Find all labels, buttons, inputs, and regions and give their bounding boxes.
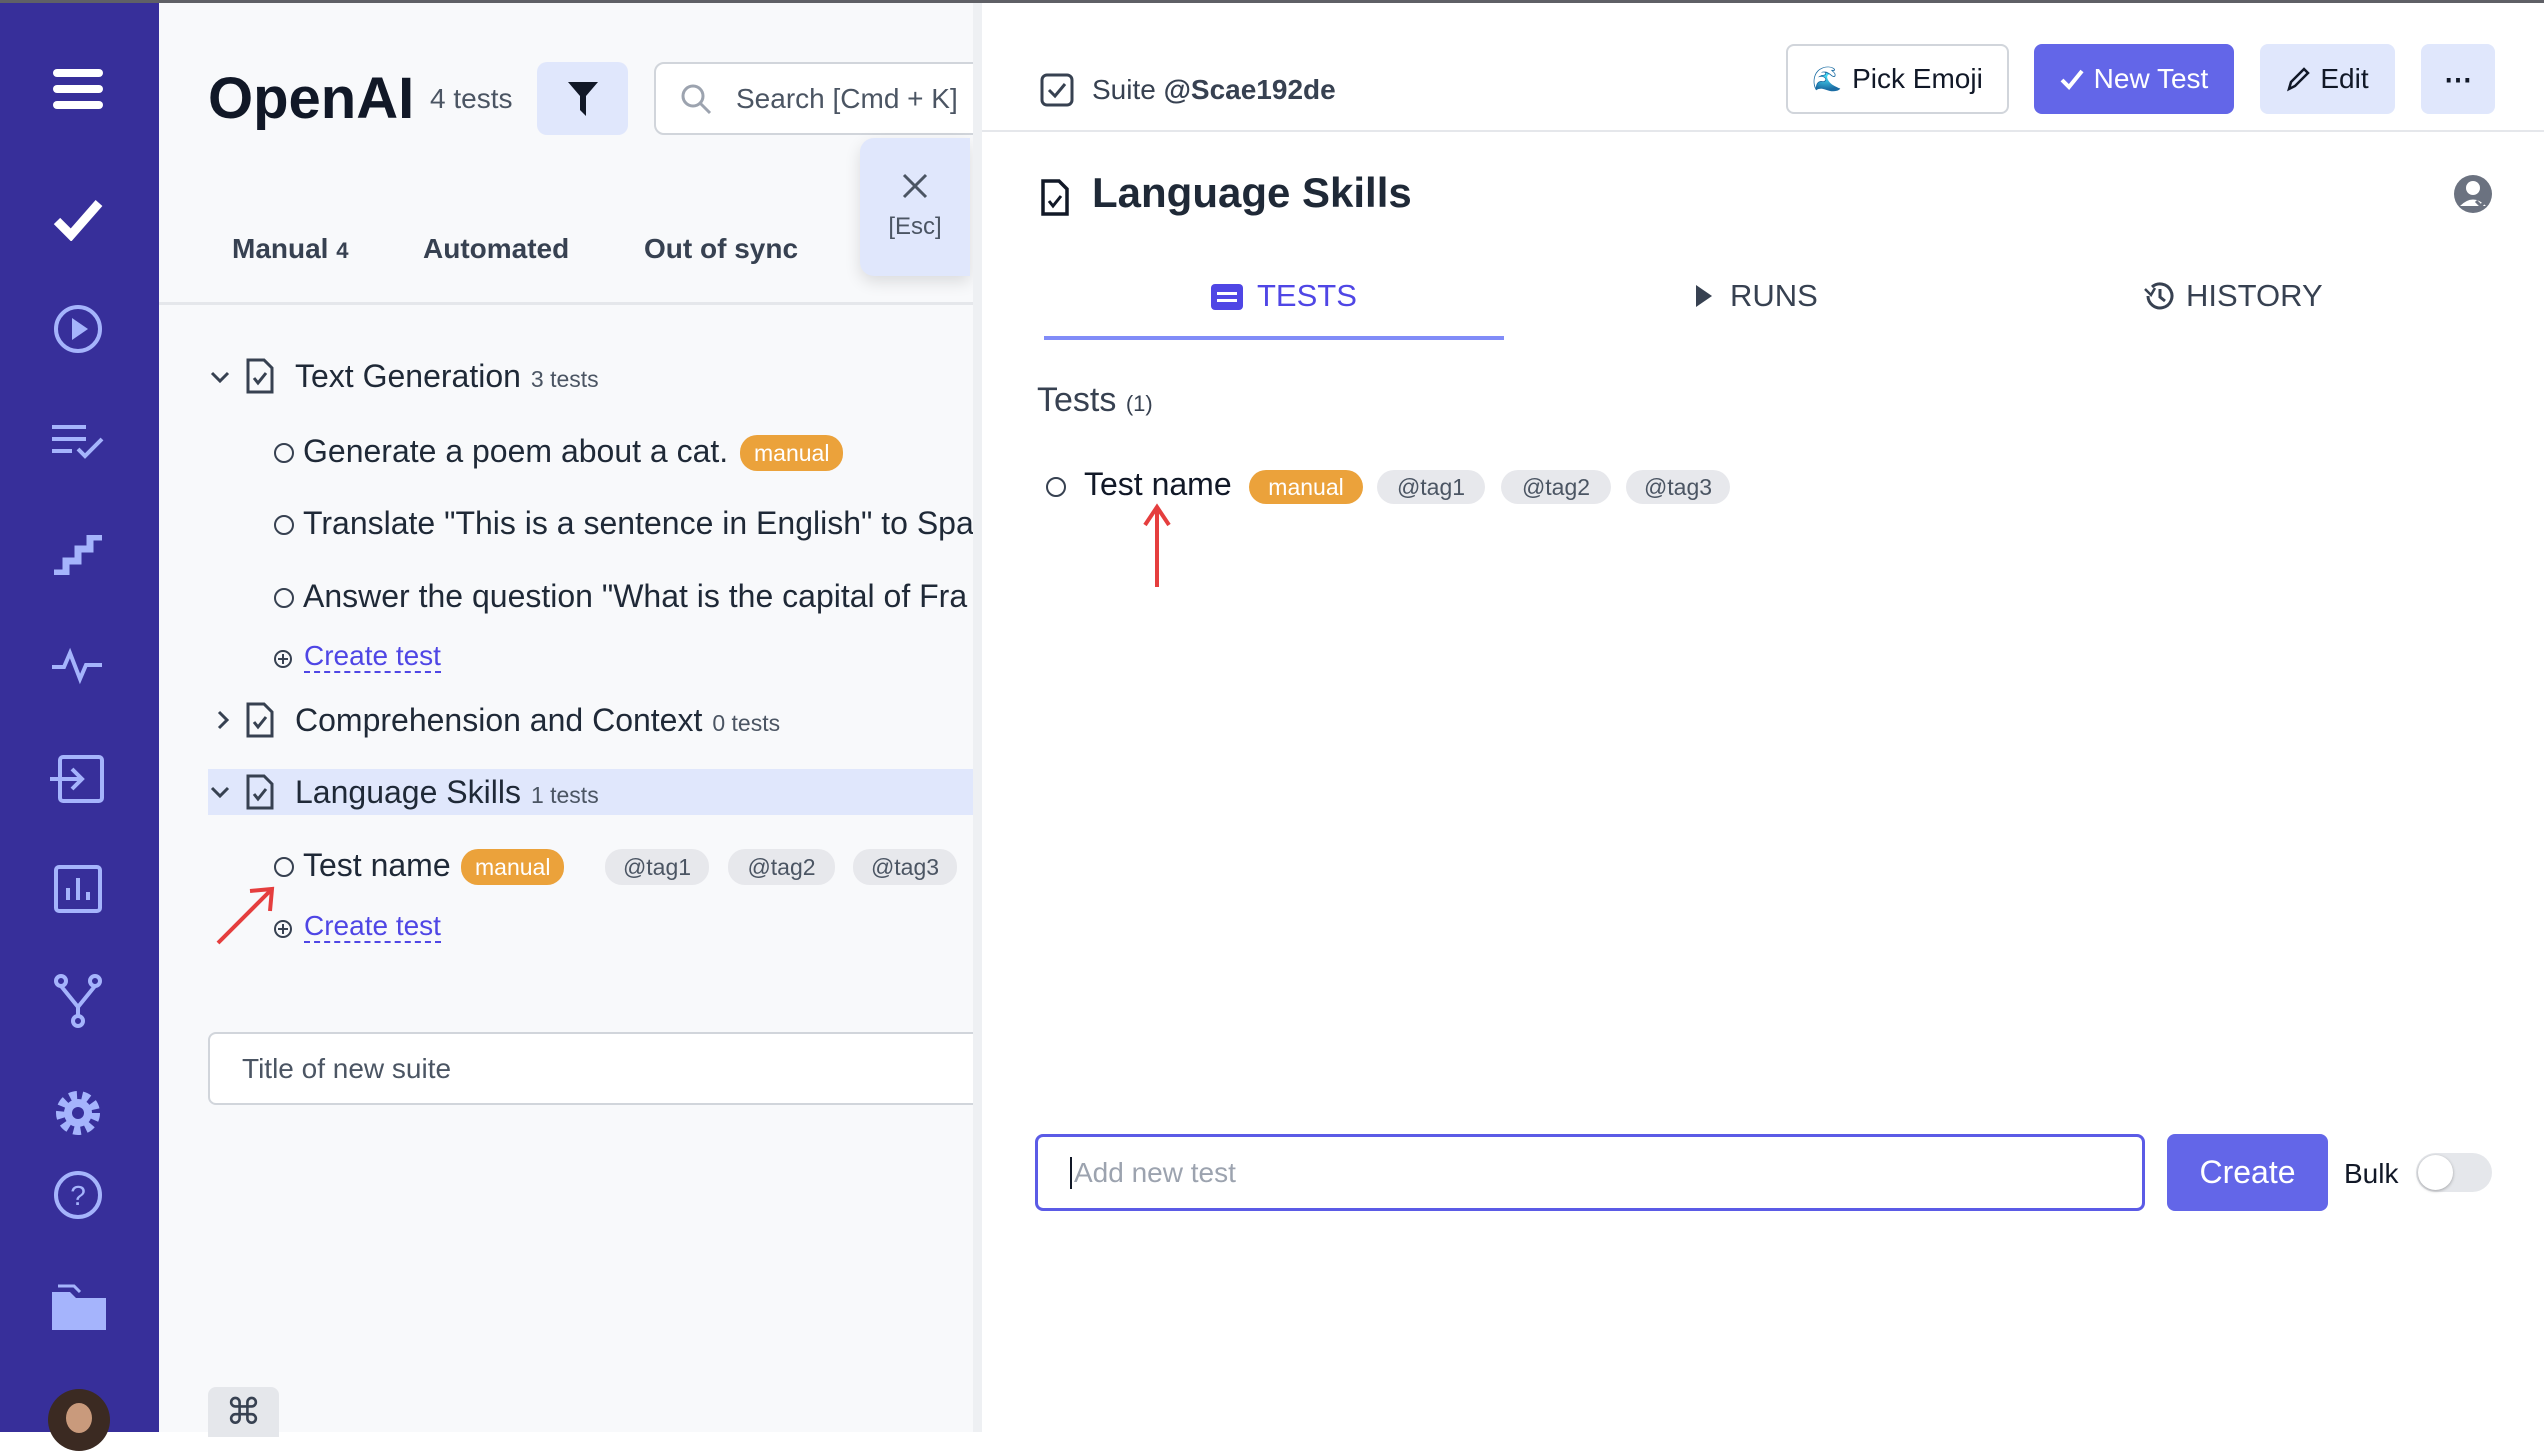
pencil-icon xyxy=(2287,67,2311,92)
filter-button[interactable] xyxy=(537,62,628,135)
tab-history[interactable]: HISTORY xyxy=(2142,278,2323,314)
tab-tests[interactable]: TESTS xyxy=(1211,278,1357,314)
chevron-right-icon[interactable] xyxy=(212,709,234,731)
import-icon[interactable] xyxy=(50,751,106,807)
test-item[interactable]: Translate "This is a sentence in English… xyxy=(303,505,973,542)
command-icon[interactable]: ⌘ xyxy=(208,1387,279,1437)
close-icon xyxy=(902,173,928,199)
bulk-toggle[interactable] xyxy=(2416,1153,2492,1192)
annotation-arrow-icon xyxy=(1143,503,1171,587)
suite-file-icon xyxy=(246,774,274,810)
suite-language-skills[interactable]: Language Skills 1 tests xyxy=(295,774,599,811)
branch-icon[interactable] xyxy=(50,973,106,1029)
history-icon xyxy=(2144,282,2174,310)
project-title: OpenAI xyxy=(208,66,415,131)
create-button[interactable]: Create xyxy=(2167,1134,2328,1211)
tag-chip[interactable]: @tag3 xyxy=(1626,470,1730,504)
gear-icon[interactable] xyxy=(50,1085,106,1141)
test-count: 4 tests xyxy=(430,83,513,114)
add-new-test-input[interactable]: Add new test xyxy=(1035,1134,2145,1211)
test-item[interactable]: Test name xyxy=(303,847,451,884)
manual-badge: manual xyxy=(740,435,844,471)
test-status-icon xyxy=(274,857,294,877)
play-circle-icon[interactable] xyxy=(50,301,106,357)
emoji-icon: 🌊 xyxy=(1812,65,1843,93)
chart-icon[interactable] xyxy=(50,861,106,917)
pulse-icon[interactable] xyxy=(50,637,106,693)
suite-file-icon xyxy=(246,358,274,394)
folder-icon[interactable] xyxy=(50,1279,106,1335)
filter-icon xyxy=(567,81,598,116)
test-status-icon xyxy=(274,515,294,535)
tests-heading: Tests (1) xyxy=(1037,381,1153,419)
suite-tree-panel: OpenAI 4 tests Search [Cmd + K] [Esc] Ma… xyxy=(159,3,988,1437)
tag-chip[interactable]: @tag1 xyxy=(1377,470,1485,504)
chevron-down-icon[interactable] xyxy=(209,781,231,803)
help-icon[interactable]: ? xyxy=(50,1167,106,1223)
search-input[interactable]: Search [Cmd + K] xyxy=(654,62,984,135)
suite-file-icon xyxy=(246,702,274,738)
suite-file-icon xyxy=(1041,179,1069,216)
new-test-button[interactable]: New Test xyxy=(2034,44,2234,114)
close-button[interactable]: [Esc] xyxy=(860,138,970,276)
check-icon[interactable] xyxy=(50,191,106,247)
manual-badge: manual xyxy=(461,849,565,885)
header-divider xyxy=(982,130,2544,132)
tag-chip[interactable]: @tag3 xyxy=(853,849,957,885)
tab-out-of-sync[interactable]: Out of sync xyxy=(644,233,798,265)
more-options-button[interactable]: ⋯ xyxy=(2421,44,2495,114)
plus-circle-icon xyxy=(274,650,292,668)
test-item[interactable]: Answer the question "What is the capital… xyxy=(303,578,973,615)
list-icon xyxy=(1211,284,1243,310)
svg-text:?: ? xyxy=(70,1180,86,1211)
test-status-icon xyxy=(1046,477,1066,497)
suite-id: Suite @Scae192de xyxy=(1092,74,1336,105)
active-tab-underline xyxy=(1044,336,1504,340)
check-icon xyxy=(2060,69,2084,90)
divider xyxy=(159,302,973,305)
pick-emoji-button[interactable]: 🌊 Pick Emoji xyxy=(1786,44,2009,114)
manual-badge: manual xyxy=(1249,470,1363,504)
tag-chip[interactable]: @tag2 xyxy=(728,849,835,885)
edit-button[interactable]: Edit xyxy=(2260,44,2395,114)
suite-text-generation[interactable]: Text Generation 3 tests xyxy=(295,358,599,395)
create-test-link[interactable]: Create test xyxy=(304,641,441,673)
tab-runs[interactable]: RUNS xyxy=(1694,278,1818,314)
suite-detail-panel: Suite @Scae192de 🌊 Pick Emoji New Test Ed… xyxy=(982,3,2544,1432)
suite-check-icon xyxy=(1040,73,1074,107)
tab-manual[interactable]: Manual 4 xyxy=(232,233,349,265)
list-check-icon[interactable] xyxy=(50,413,106,469)
suite-comprehension-and-context[interactable]: Comprehension and Context 0 tests xyxy=(295,702,780,739)
play-icon xyxy=(1696,285,1712,307)
tag-chip[interactable]: @tag1 xyxy=(605,849,709,885)
panel-splitter[interactable] xyxy=(973,3,982,1432)
create-test-link[interactable]: Create test xyxy=(304,911,441,943)
tab-automated[interactable]: Automated xyxy=(423,233,569,265)
suite-title: Language Skills xyxy=(1092,169,1412,216)
annotation-arrow-icon xyxy=(216,886,275,945)
sidebar: ? xyxy=(0,3,159,1451)
bulk-label: Bulk xyxy=(2344,1158,2399,1189)
test-status-icon xyxy=(274,588,294,608)
user-check-icon[interactable] xyxy=(2452,173,2494,215)
steps-icon[interactable] xyxy=(50,527,106,583)
chevron-down-icon[interactable] xyxy=(209,366,231,388)
test-item[interactable]: Test name xyxy=(1084,466,1232,503)
test-status-icon xyxy=(274,443,294,463)
avatar[interactable] xyxy=(48,1389,110,1451)
test-item[interactable]: Generate a poem about a cat. xyxy=(303,433,728,470)
new-suite-input[interactable]: Title of new suite xyxy=(208,1032,988,1105)
menu-icon[interactable] xyxy=(50,61,106,117)
search-icon xyxy=(681,84,712,114)
tag-chip[interactable]: @tag2 xyxy=(1501,470,1611,504)
